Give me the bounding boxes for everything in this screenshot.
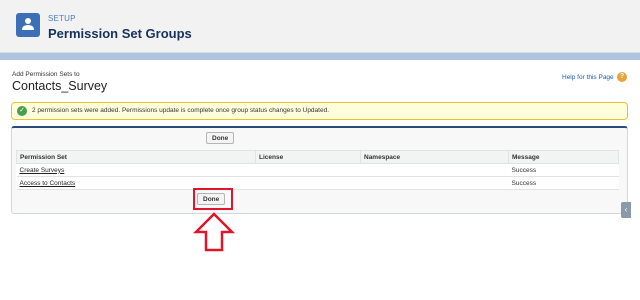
done-button-bottom[interactable]: Done xyxy=(197,193,226,205)
column-header-permission-set[interactable]: Permission Set xyxy=(16,150,256,164)
results-table: Permission Set License Namespace Message… xyxy=(16,150,619,190)
column-header-namespace[interactable]: Namespace xyxy=(360,150,509,164)
up-arrow-icon xyxy=(192,212,236,257)
help-icon[interactable]: ? xyxy=(617,72,627,82)
user-group-icon xyxy=(16,13,40,37)
help-link[interactable]: Help for this Page xyxy=(562,74,614,81)
message-cell: Success xyxy=(508,163,619,177)
done-button-top[interactable]: Done xyxy=(206,132,235,144)
column-header-message[interactable]: Message xyxy=(508,150,619,164)
license-cell xyxy=(255,163,361,177)
results-panel: Done Permission Set License Namespace Me… xyxy=(11,126,628,214)
table-header-row: Permission Set License Namespace Message xyxy=(16,150,619,164)
table-row: Access to Contacts Success xyxy=(16,176,619,190)
page-subtitle: Add Permission Sets to xyxy=(12,71,80,78)
page-title: Permission Set Groups xyxy=(48,26,192,41)
main-content: Add Permission Sets to Contacts_Survey H… xyxy=(0,60,640,300)
message-cell: Success xyxy=(508,176,619,190)
page-header: SETUP Permission Set Groups xyxy=(0,0,640,53)
message-text: 2 permission sets were added. Permission… xyxy=(32,107,330,114)
namespace-cell xyxy=(360,163,509,177)
side-panel-toggle[interactable]: ‹ xyxy=(621,202,631,218)
setup-label: SETUP xyxy=(48,14,76,23)
permission-set-link[interactable]: Create Surveys xyxy=(16,163,256,177)
license-cell xyxy=(255,176,361,190)
group-name-title: Contacts_Survey xyxy=(12,79,108,93)
success-message: ✓ 2 permission sets were added. Permissi… xyxy=(11,102,628,120)
check-icon: ✓ xyxy=(17,106,27,116)
table-row: Create Surveys Success xyxy=(16,163,619,177)
column-header-license[interactable]: License xyxy=(255,150,361,164)
namespace-cell xyxy=(360,176,509,190)
